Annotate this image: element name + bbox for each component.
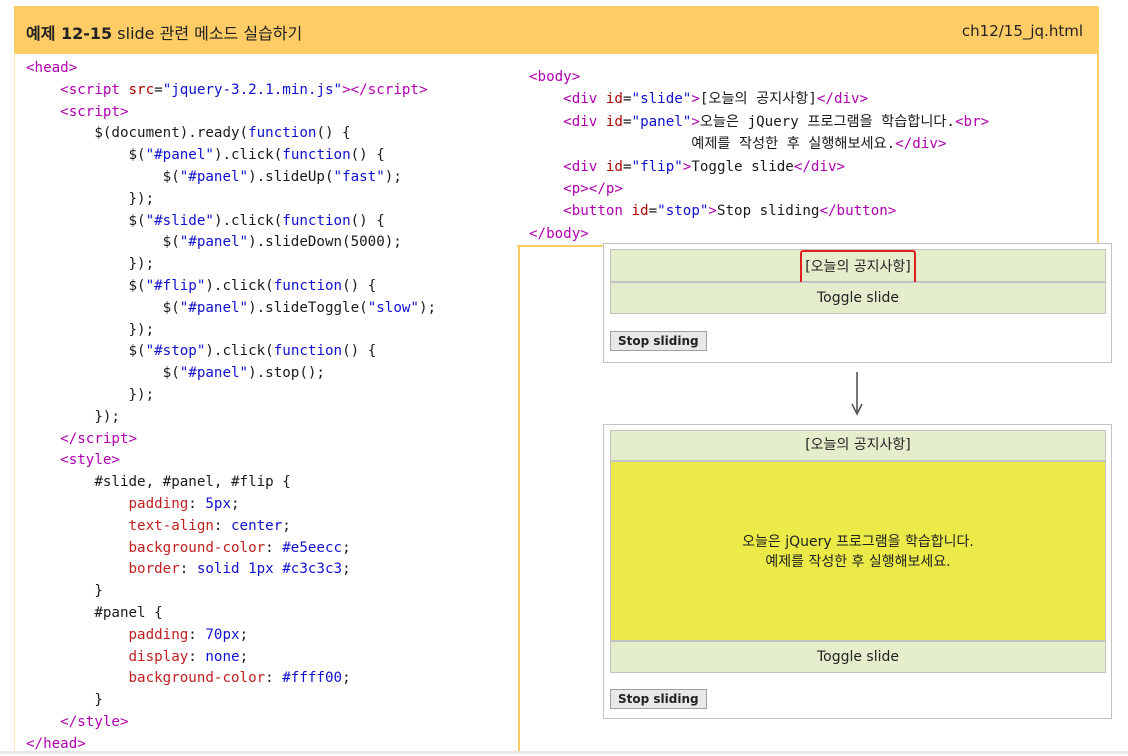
stop-sliding-button[interactable]: Stop sliding (610, 331, 707, 351)
slide-bar[interactable]: [오늘의 공지사항] (610, 249, 1106, 285)
panel[interactable]: 오늘은 jQuery 프로그램을 학습합니다. 예제를 작성한 후 실행해보세요… (610, 461, 1106, 641)
flip-bar[interactable]: Toggle slide (610, 282, 1106, 314)
panel-text: 오늘은 jQuery 프로그램을 학습합니다. 예제를 작성한 후 실행해보세요… (611, 532, 1105, 572)
example-title-text: slide 관련 메소드 실습하기 (117, 24, 303, 43)
head-code-panel: <head> <script src="jquery-3.2.1.min.js"… (14, 54, 520, 752)
head-code: <head> <script src="jquery-3.2.1.min.js"… (26, 60, 437, 752)
example-title: 예제 12-15 slide 관련 메소드 실습하기 (26, 20, 302, 44)
stop-sliding-button[interactable]: Stop sliding (610, 689, 707, 709)
flip-bar[interactable]: Toggle slide (610, 641, 1106, 673)
body-code: <body> <div id="slide">[오늘의 공지사항]</div> … (529, 69, 990, 242)
example-filename: ch12/15_jq.html (961, 22, 1083, 40)
slide-highlight: [오늘의 공지사항] (800, 250, 916, 285)
demo-before: [오늘의 공지사항] Toggle slide Stop sliding (603, 243, 1112, 363)
example-number: 예제 12-15 (26, 24, 113, 43)
down-arrow-icon (851, 372, 863, 416)
body-code-panel: <body> <div id="slide">[오늘의 공지사항]</div> … (517, 54, 1099, 247)
panel-line-1: 오늘은 jQuery 프로그램을 학습합니다. (742, 534, 974, 550)
demo-after: [오늘의 공지사항] 오늘은 jQuery 프로그램을 학습합니다. 예제를 작… (603, 424, 1112, 719)
example-header: 예제 12-15 slide 관련 메소드 실습하기 ch12/15_jq.ht… (14, 6, 1099, 54)
panel-line-2: 예제를 작성한 후 실행해보세요. (765, 554, 951, 570)
slide-bar[interactable]: [오늘의 공지사항] (610, 430, 1106, 461)
